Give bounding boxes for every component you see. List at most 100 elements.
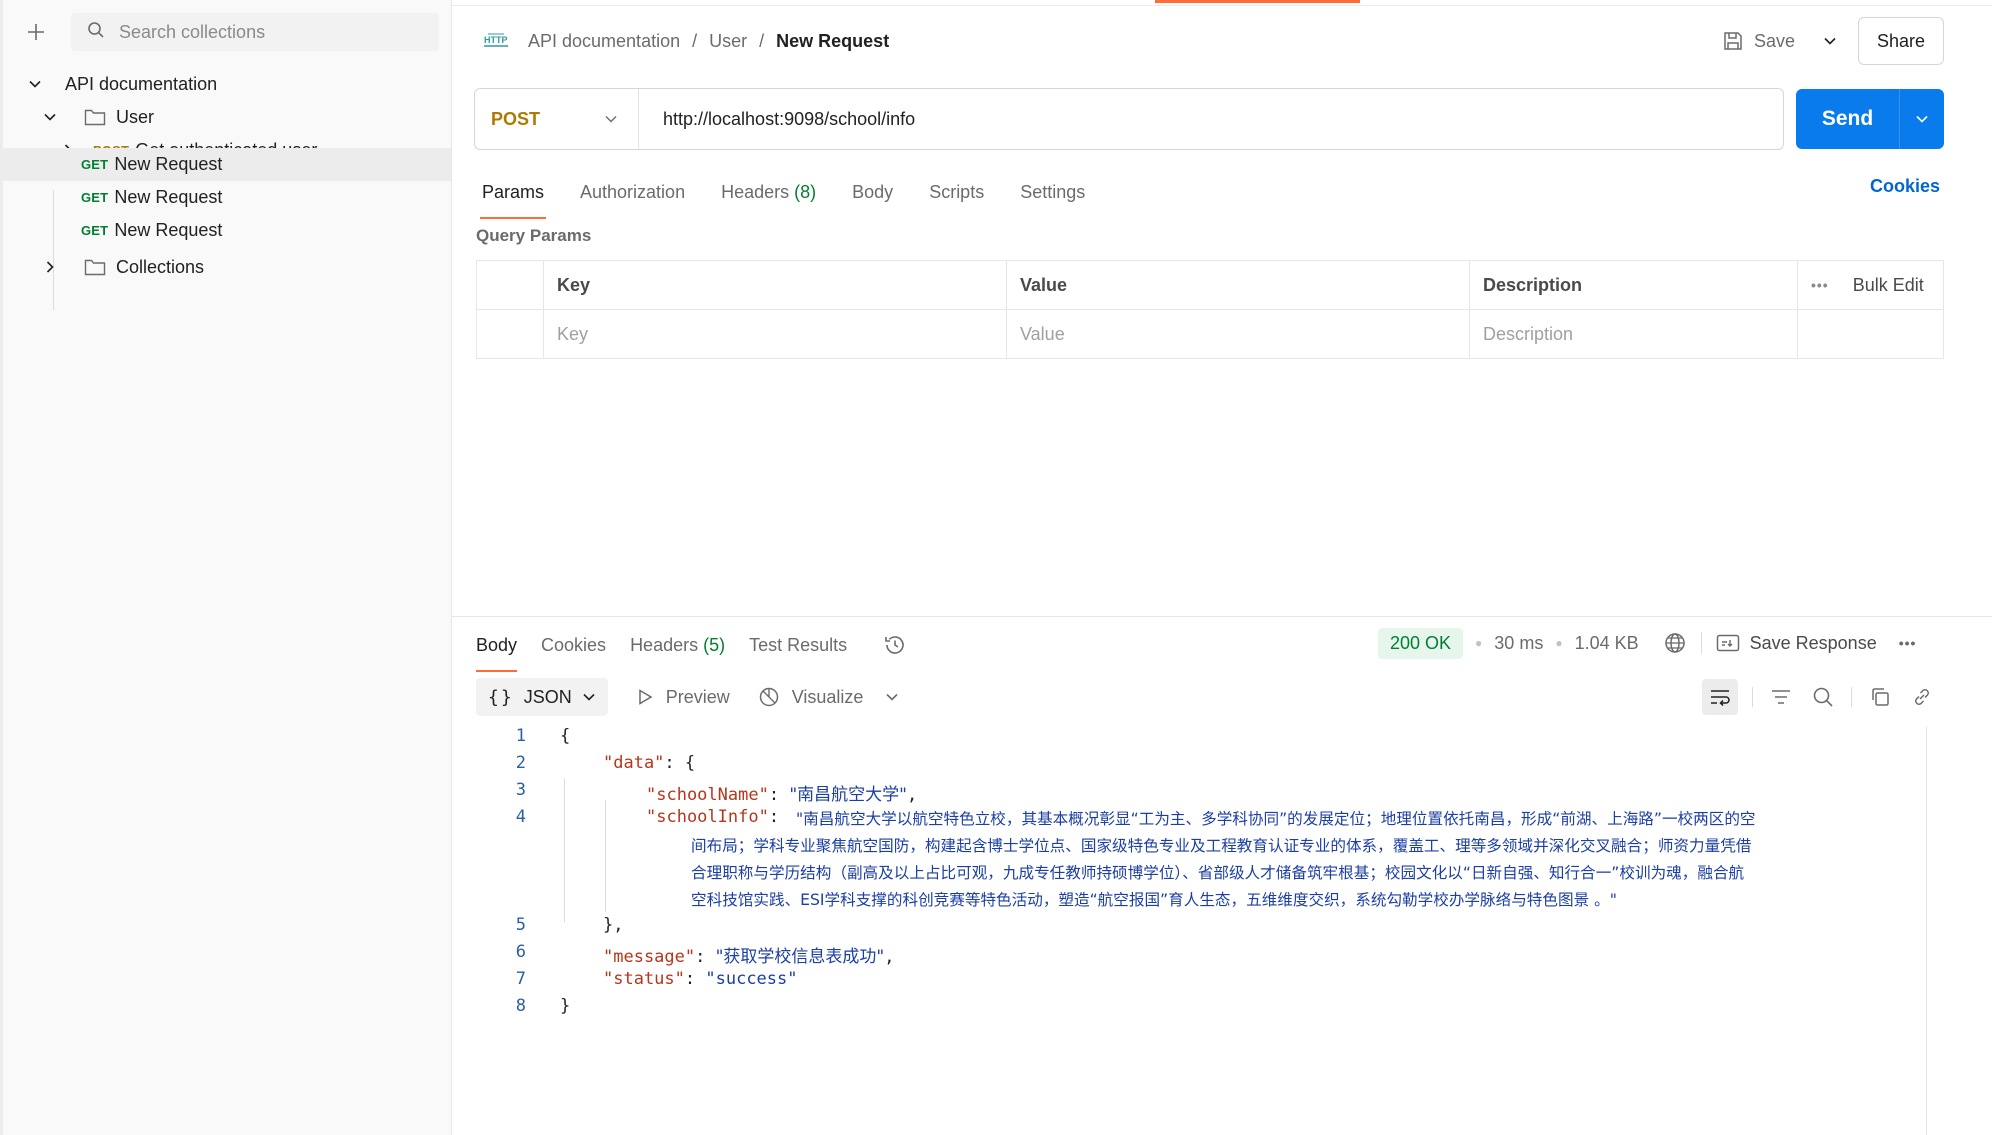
tab-params[interactable]: Params [479, 182, 547, 219]
breadcrumb-folder[interactable]: User [709, 31, 747, 52]
visualize-label: Visualize [791, 686, 864, 707]
value-input[interactable]: Value [1007, 310, 1470, 359]
response-size[interactable]: 1.04 KB [1575, 633, 1639, 654]
json-key: "schoolInfo" [646, 807, 769, 827]
line-number: 3 [515, 780, 526, 800]
method-select[interactable]: POST [475, 89, 639, 149]
scrollbar[interactable] [1926, 726, 1927, 1135]
response-meta: 200 OK ● 30 ms ● 1.04 KB Save Response •… [1378, 626, 1916, 660]
query-params-title: Query Params [476, 226, 592, 245]
body-toolbar: {} JSON Preview Visualize [476, 678, 899, 716]
link-icon[interactable] [1908, 683, 1936, 711]
method-badge: GET [81, 157, 109, 172]
divider [1851, 687, 1852, 707]
globe-icon[interactable] [1663, 631, 1687, 655]
indent-guide [605, 800, 606, 912]
column-header-key: Key [544, 261, 1007, 309]
history-icon[interactable] [883, 633, 907, 657]
more-options-icon[interactable]: ••• [1899, 635, 1917, 651]
send-button[interactable]: Send [1796, 107, 1899, 131]
cookies-link[interactable]: Cookies [1870, 176, 1940, 197]
search-icon[interactable] [1809, 683, 1837, 711]
key-input[interactable]: Key [544, 310, 1007, 359]
breadcrumb-collection[interactable]: API documentation [528, 31, 680, 52]
json-string: 合理职称与学历结构（副高及以上占比可观，九成专任教师持硕博学位）、省部级人才储备… [691, 864, 1745, 882]
save-group: Save [1722, 24, 1837, 58]
chevron-down-icon[interactable] [40, 107, 60, 127]
tree-item-folder-collections[interactable]: Collections [3, 246, 451, 288]
chevron-down-icon[interactable] [1900, 112, 1944, 126]
chevron-down-icon[interactable] [1823, 34, 1837, 48]
checkbox-column-header [477, 261, 544, 309]
divider [1700, 632, 1702, 654]
method-value: POST [491, 108, 541, 129]
chevron-down-icon [604, 112, 618, 126]
tab-settings[interactable]: Settings [1020, 182, 1085, 203]
folder-icon [84, 258, 106, 276]
chevron-down-icon[interactable] [885, 690, 899, 704]
line-number: 6 [515, 942, 526, 962]
play-icon [636, 688, 654, 706]
save-response-button[interactable]: Save Response [1716, 633, 1877, 654]
tree-item-request[interactable]: GET New Request [3, 214, 451, 247]
tab-response-body[interactable]: Body [476, 635, 518, 672]
url-input[interactable]: http://localhost:9098/school/info [663, 109, 915, 130]
json-string: 间布局；学科专业聚焦航空国防，构建起含博士学位点、国家级特色专业及工程教育认证专… [691, 837, 1752, 855]
line-number: 8 [515, 996, 526, 1016]
divider [1752, 687, 1753, 707]
filter-icon[interactable] [1767, 683, 1795, 711]
save-response-icon [1716, 633, 1740, 653]
json-key: "status" [603, 969, 685, 989]
tree-item-request[interactable]: GET New Request [3, 181, 451, 214]
tab-test-results[interactable]: Test Results [749, 635, 847, 656]
braces-icon: {} [488, 686, 514, 708]
response-time[interactable]: 30 ms [1494, 633, 1543, 654]
chevron-down-icon[interactable] [25, 74, 45, 94]
params-table: Key Value Description ••• Bulk Edit Key … [476, 260, 1944, 359]
active-tab-indicator [1155, 0, 1360, 3]
search-input[interactable]: Search collections [71, 13, 439, 51]
bulk-edit-button[interactable]: Bulk Edit [1853, 275, 1924, 296]
plus-icon[interactable] [21, 17, 51, 47]
code-line: "status": "success" [603, 969, 798, 989]
code-line: "schoolName": "南昌航空大学", [646, 785, 918, 805]
request-tabs: Params Authorization Headers (8) Body Sc… [479, 174, 1121, 219]
tree-item-request-selected[interactable]: GET New Request [3, 148, 451, 181]
json-string: "南昌航空大学" [789, 785, 907, 805]
copy-icon[interactable] [1866, 683, 1894, 711]
format-select[interactable]: {} JSON [476, 678, 608, 716]
visualize-button[interactable]: Visualize [758, 686, 864, 708]
preview-button[interactable]: Preview [636, 687, 730, 708]
tab-response-cookies[interactable]: Cookies [541, 635, 606, 656]
more-options-icon[interactable]: ••• [1811, 277, 1829, 293]
response-divider[interactable] [452, 616, 1992, 617]
json-key: "message" [603, 947, 696, 967]
save-button[interactable]: Save [1754, 31, 1795, 52]
visualize-icon [758, 686, 780, 708]
code-line: { [560, 726, 571, 746]
wrap-lines-icon[interactable] [1702, 679, 1738, 715]
tab-authorization[interactable]: Authorization [580, 182, 685, 203]
request-label: New Request [114, 220, 223, 240]
tab-scripts[interactable]: Scripts [929, 182, 984, 203]
json-string: "success" [705, 969, 798, 989]
breadcrumb-separator: / [759, 30, 765, 51]
column-header-value: Value [1007, 261, 1470, 309]
status-badge[interactable]: 200 OK [1378, 627, 1464, 659]
description-input[interactable]: Description [1470, 310, 1798, 359]
json-key: "data" [603, 753, 665, 773]
breadcrumb-current[interactable]: New Request [776, 31, 889, 52]
method-badge: GET [81, 190, 109, 205]
json-string: "获取学校信息表成功" [715, 947, 885, 967]
chevron-down-icon [582, 690, 596, 704]
breadcrumb: HTTP API documentation / User / New Requ… [482, 26, 889, 56]
empty-cell [1798, 310, 1943, 359]
save-icon[interactable] [1722, 30, 1744, 52]
line-number: 5 [515, 915, 526, 935]
tab-body[interactable]: Body [852, 182, 893, 203]
tab-response-headers[interactable]: Headers (5) [630, 635, 725, 656]
chevron-right-icon[interactable] [40, 257, 60, 277]
tab-headers[interactable]: Headers (8) [721, 182, 816, 203]
share-button[interactable]: Share [1858, 17, 1944, 65]
format-value: JSON [523, 686, 572, 707]
